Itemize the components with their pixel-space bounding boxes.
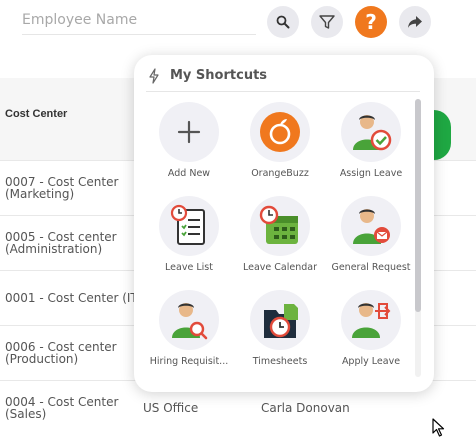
shortcut-assign-leave[interactable]: Assign Leave <box>326 102 416 192</box>
search-icon <box>276 15 290 29</box>
employee-name-search-input[interactable]: Employee Name <box>22 6 256 35</box>
share-icon <box>408 16 422 28</box>
shortcut-apply-leave[interactable]: Apply Leave <box>326 290 416 380</box>
shortcut-hiring-requisition[interactable]: Hiring Requisit... <box>144 290 234 380</box>
top-bar: Employee Name ? <box>0 0 476 50</box>
location-cell: US Office <box>143 401 199 415</box>
column-header-cost-center: Cost Center <box>5 108 68 120</box>
shortcut-label: OrangeBuzz <box>251 168 309 179</box>
shortcut-label: Hiring Requisit... <box>149 356 229 367</box>
plus-icon <box>159 102 219 162</box>
shortcut-add-new[interactable]: Add New <box>144 102 234 192</box>
apply-leave-icon <box>341 290 401 350</box>
shortcut-general-request[interactable]: General Request <box>326 196 416 286</box>
cost-center-cell: 0007 - Cost Center (Marketing) <box>5 175 119 201</box>
shortcut-leave-list[interactable]: Leave List <box>144 196 234 286</box>
general-request-icon <box>341 196 401 256</box>
leave-list-icon <box>159 196 219 256</box>
shortcut-label: General Request <box>331 262 411 273</box>
leave-calendar-icon <box>250 196 310 256</box>
divider <box>146 91 420 92</box>
popup-title: My Shortcuts <box>170 68 268 83</box>
help-button[interactable]: ? <box>355 6 387 38</box>
shortcut-label: Apply Leave <box>341 356 401 367</box>
search-button[interactable] <box>267 6 299 38</box>
shortcut-timesheets[interactable]: Timesheets <box>235 290 325 380</box>
orangebuzz-icon <box>250 102 310 162</box>
shortcut-label: Timesheets <box>252 356 308 367</box>
shortcut-label: Leave List <box>165 262 213 273</box>
cost-center-cell: 0005 - Cost center (Administration) <box>5 230 117 256</box>
hiring-requisition-icon <box>159 290 219 350</box>
shortcut-leave-calendar[interactable]: Leave Calendar <box>235 196 325 286</box>
share-button[interactable] <box>399 6 431 38</box>
shortcut-label: Add New <box>167 168 211 179</box>
lightning-icon <box>149 68 159 84</box>
filter-button[interactable] <box>311 6 343 38</box>
shortcut-label: Assign Leave <box>339 168 403 179</box>
cost-center-cell: 0001 - Cost Center (IT) <box>5 291 143 305</box>
cost-center-cell: 0004 - Cost Center (Sales) <box>5 395 119 421</box>
manager-cell: Carla Donovan <box>261 401 350 415</box>
my-shortcuts-popup: My Shortcuts Add New OrangeBuzz Assign L… <box>134 55 434 392</box>
mouse-cursor-icon <box>432 418 445 437</box>
shortcut-label: Leave Calendar <box>243 262 317 273</box>
filter-icon <box>319 15 335 29</box>
help-icon: ? <box>365 10 377 34</box>
assign-leave-icon <box>341 102 401 162</box>
shortcut-orangebuzz[interactable]: OrangeBuzz <box>235 102 325 192</box>
timesheets-icon <box>250 290 310 350</box>
cost-center-cell: 0006 - Cost center (Production) <box>5 340 117 366</box>
